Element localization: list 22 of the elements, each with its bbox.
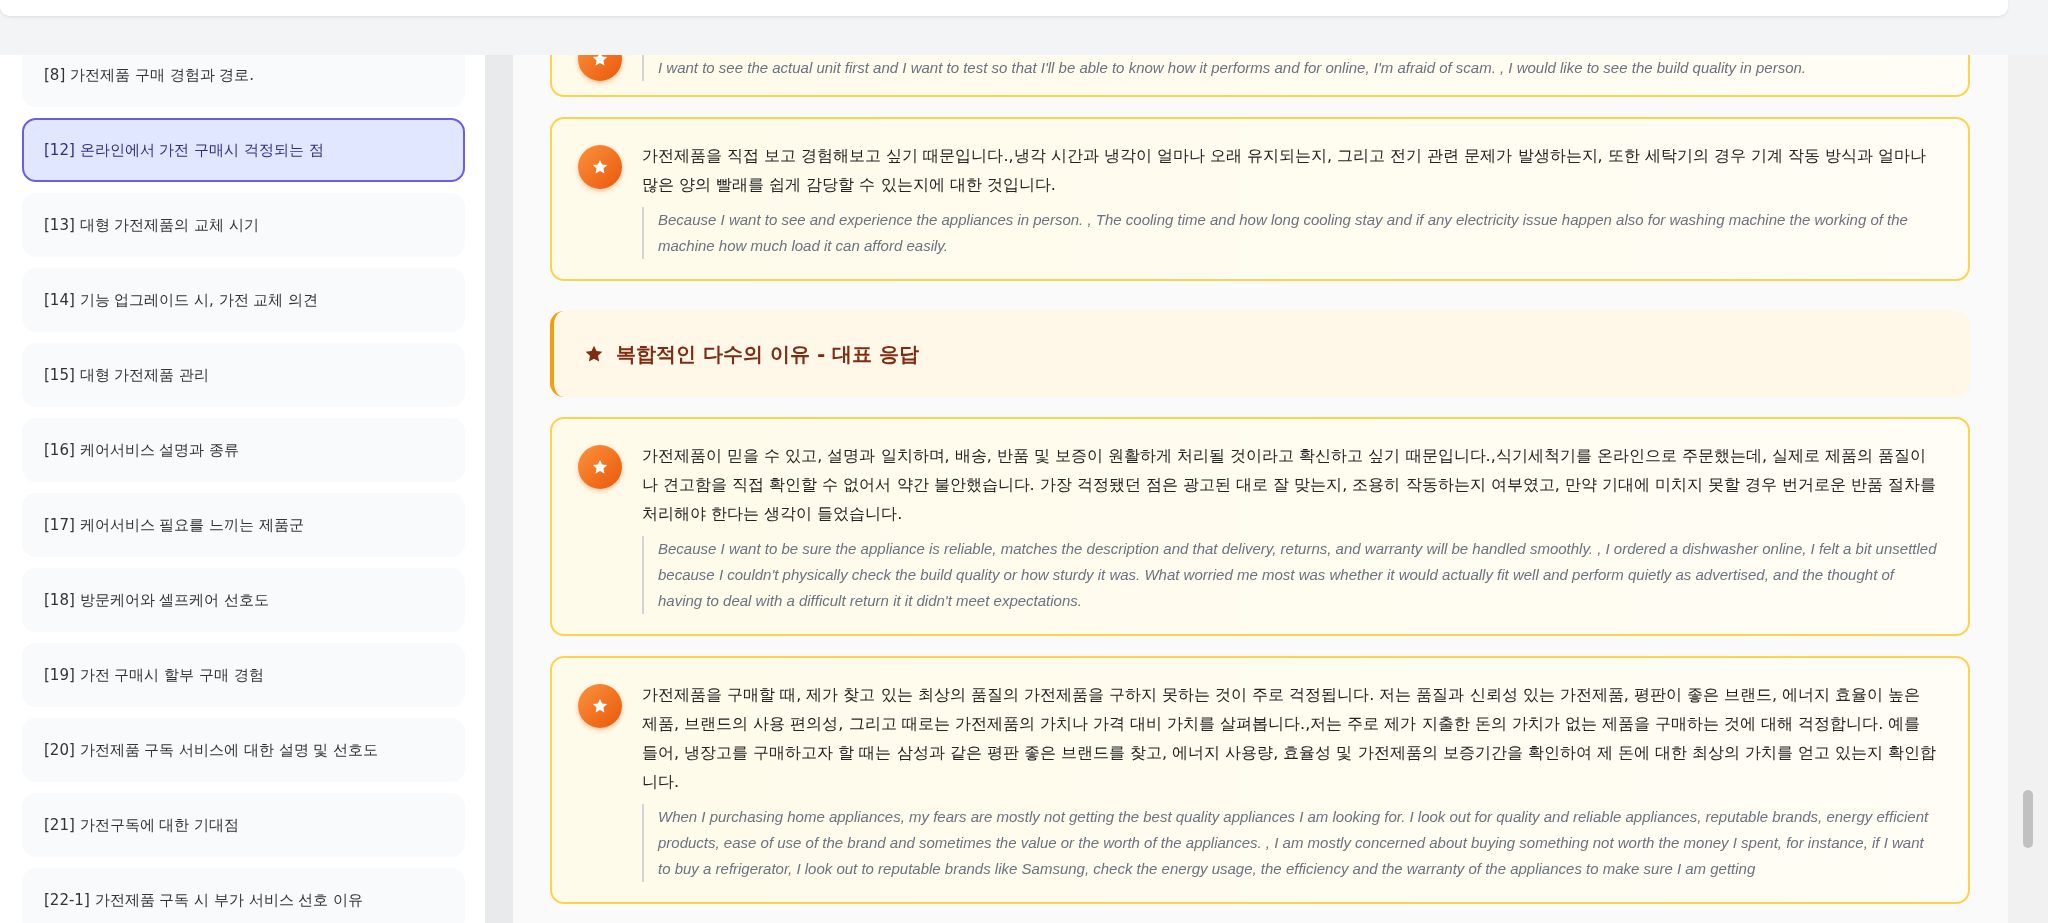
sidebar-item[interactable]: [14] 기능 업그레이드 시, 가전 교체 의견 <box>22 268 465 332</box>
sidebar-item[interactable]: [19] 가전 구매시 할부 구매 경험 <box>22 643 465 707</box>
translation-text: Because I want to see and experience the appliances in person. , The cooling time and how long cooling stay and if any electricity issue happen also for washing machine the working of the machine how much load it can afford easily. <box>642 207 1940 259</box>
sidebar-item[interactable]: [20] 가전제품 구독 서비스에 대한 설명 및 선호도 <box>22 718 465 782</box>
sidebar-item[interactable]: [13] 대형 가전제품의 교체 시기 <box>22 193 465 257</box>
sidebar-item[interactable]: [22-1] 가전제품 구독 시 부가 서비스 선호 이유 <box>22 868 465 923</box>
scrollbar-thumb[interactable] <box>2023 790 2033 848</box>
sidebar-item[interactable]: [18] 방문케어와 셀프케어 선호도 <box>22 568 465 632</box>
response-text: 가전제품을 직접 보고 경험해보고 싶기 때문입니다.,냉각 시간과 냉각이 얼마나 오래 유지되는지, 그리고 전기 관련 문제가 발생하는지, 또한 세탁기의 경우 기계 작동 방식과 얼마나 많은 양의 빨래를 쉽게 감당할 수 있는지에 대한 것입니다. <box>642 145 1928 196</box>
sidebar-item[interactable]: [21] 가전구독에 대한 기대점 <box>22 793 465 857</box>
translation-text: Because I want to be sure the appliance is reliable, matches the description and that delivery, returns, and warranty will be handled smoothly. , I ordered a dishwasher online, I felt a bit unsettled because I couldn't physically check the build quality or how sturdy it was. What worried me most was whether it would actually fit well and perform quietly as advertised, and the thought of having to deal with a difficult return it it didn't meet expectations. <box>642 536 1940 614</box>
section-title: 복합적인 다수의 이유 - 대표 응답 <box>616 340 920 368</box>
sidebar-item[interactable]: [15] 대형 가전제품 관리 <box>22 343 465 407</box>
translation-text: When I purchasing home appliances, my fears are mostly not getting the best quality appliances I am looking for. I look out for quality and reliable appliances, reputable brands, energy efficient products, ease of use of the brand and sometimes the value or the worth of the appliances. , I am mostly concerned about buying something not worth the money I spent, for instance, if I want to buy a refrigerator, I look out to reputable brands like Samsung, check the energy usage, the efficiency and the warranty of the appliances to make sure I am getting <box>642 804 1940 882</box>
sidebar-item[interactable]: [17] 케어서비스 필요를 느끼는 제품군 <box>22 493 465 557</box>
translation-text: I want to see the actual unit first and I want to test so that I'll be able to know how it performs and for online, I'm afraid of scam. , I would like to see the build quality in person. <box>642 55 1940 81</box>
star-icon <box>584 344 604 364</box>
sidebar-item[interactable]: [12] 온라인에서 가전 구매시 걱정되는 점 <box>22 118 465 182</box>
sidebar-item[interactable]: [16] 케어서비스 설명과 종류 <box>22 418 465 482</box>
response-text: 가전제품을 구매할 때, 제가 찾고 있는 최상의 품질의 가전제품을 구하지 못하는 것이 주로 걱정됩니다. 저는 품질과 신뢰성 있는 가전제품, 평판이 좋은 브랜드, 에너지 효율이 높은 제품, 브랜드의 사용 편의성, 그리고 때로는 가전제품의 가치나 가격 대비 가치를 살펴봅니다.,저는 주로 제가 지출한 돈의 가치가 없는 제품을 구매하는 것에 대해 걱정합니다. 예를 들어, 냉장고를 구매하고자 할 때는 삼성과 같은 평판 좋은 브랜드를 찾고, 에너지 사용량, 효율성 및 가전제품의 보증기간을 확인하여 제 돈에 대한 최상의 가치를 얻고 있는지 확인합니다. <box>642 684 1938 793</box>
response-text: 가전제품이 믿을 수 있고, 설명과 일치하며, 배송, 반품 및 보증이 원활하게 처리될 것이라고 확신하고 싶기 때문입니다.,식기세척기를 온라인으로 주문했는데, 실제로 제품의 품질이나 견고함을 직접 확인할 수 없어서 약간 불안했습니다. 가장 걱정됐던 점은 광고된 대로 잘 맞는지, 조용히 작동하는지 여부였고, 만약 기대에 미치지 못할 경우 번거로운 반품 절차를 처리해야 한다는 생각이 들었습니다. <box>642 445 1938 525</box>
sidebar-item[interactable]: [8] 가전제품 구매 경험과 경로. <box>22 55 465 107</box>
